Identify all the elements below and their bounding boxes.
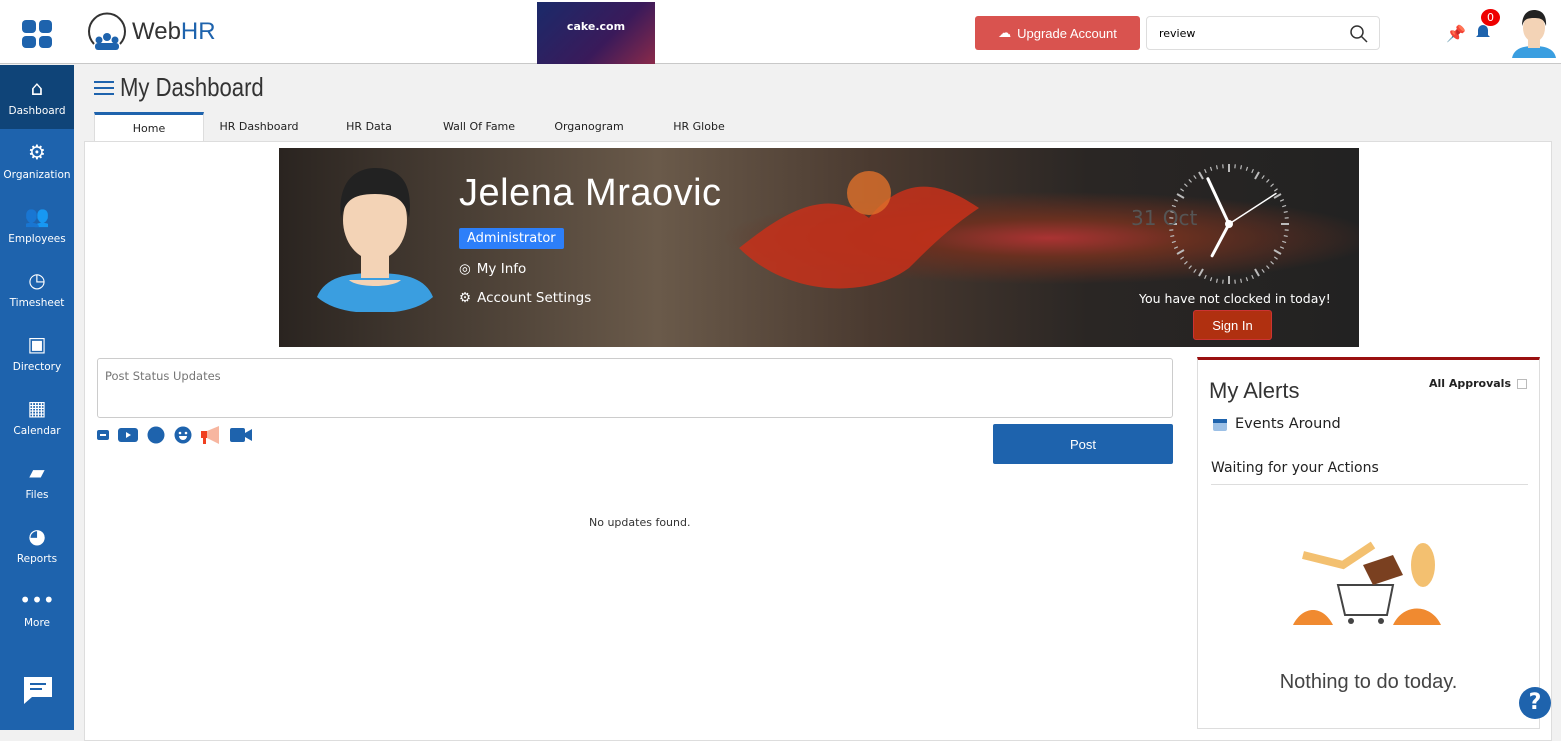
pin-icon[interactable]: 📌: [1446, 24, 1466, 43]
my-alerts-panel: My Alerts All Approvals Events Around Wa…: [1197, 357, 1540, 729]
sidebar-item-label: Reports: [17, 553, 57, 565]
smiley-icon[interactable]: [174, 426, 192, 444]
sidebar-item-label: Dashboard: [9, 105, 66, 117]
webhr-logo[interactable]: WebHR: [86, 12, 216, 52]
events-around-link[interactable]: Events Around: [1213, 416, 1341, 432]
sign-in-button[interactable]: Sign In: [1193, 310, 1272, 340]
sidebar-item-organization[interactable]: ⚙ Organization: [0, 129, 74, 193]
tab-hr-dashboard[interactable]: HR Dashboard: [204, 112, 314, 142]
calendar-icon: ▦: [28, 397, 47, 419]
apps-grid-icon[interactable]: [22, 20, 52, 48]
gear-icon: ⚙: [459, 290, 471, 306]
video-icon[interactable]: [230, 428, 252, 442]
search-icon[interactable]: [1350, 25, 1368, 43]
tab-organogram[interactable]: Organogram: [534, 112, 644, 142]
help-button[interactable]: ?: [1519, 687, 1551, 719]
brand-prefix: Web: [132, 18, 181, 45]
external-link-icon: [1517, 379, 1527, 389]
my-info-label: My Info: [477, 261, 526, 277]
post-button[interactable]: Post: [993, 424, 1173, 464]
all-approvals-label: All Approvals: [1429, 377, 1511, 390]
my-info-link[interactable]: ◎ My Info: [459, 261, 526, 277]
profile-avatar: [315, 162, 435, 312]
tab-wall-of-fame[interactable]: Wall Of Fame: [424, 112, 534, 142]
menu-icon[interactable]: [94, 80, 114, 96]
flower-image: [729, 148, 989, 347]
ad-banner[interactable]: cake.com: [537, 2, 655, 64]
calendar-icon: [1213, 417, 1227, 431]
sidebar-item-label: More: [24, 617, 50, 629]
sidebar-item-label: Directory: [13, 361, 61, 373]
empty-illustration: [1293, 515, 1443, 630]
sidebar-item-label: Calendar: [13, 425, 60, 437]
sidebar: ⌂ Dashboard ⚙ Organization 👥 Employees ◷ Tim…: [0, 65, 74, 730]
tab-home[interactable]: Home: [94, 112, 204, 142]
sidebar-item-files[interactable]: ▰ Files: [0, 449, 74, 513]
account-settings-label: Account Settings: [477, 290, 591, 306]
megaphone-icon[interactable]: [201, 426, 221, 444]
alerts-title: My Alerts: [1209, 378, 1299, 404]
tab-hr-data[interactable]: HR Data: [314, 112, 424, 142]
pie-chart-icon: ◕: [28, 525, 45, 547]
sidebar-item-label: Organization: [3, 169, 70, 181]
waiting-actions-heading: Waiting for your Actions: [1211, 460, 1528, 485]
sidebar-item-label: Employees: [8, 233, 65, 245]
id-card-icon: ▣: [28, 333, 47, 355]
user-avatar[interactable]: [1512, 6, 1556, 58]
sidebar-item-more[interactable]: ••• More: [0, 577, 74, 641]
user-circle-icon: ◎: [459, 261, 471, 277]
sidebar-item-dashboard[interactable]: ⌂ Dashboard: [0, 65, 74, 129]
gear-icon: ⚙: [28, 141, 46, 163]
clock-message: You have not clocked in today!: [1139, 291, 1331, 306]
brand-accent: HR: [181, 18, 216, 45]
sidebar-item-calendar[interactable]: ▦ Calendar: [0, 385, 74, 449]
upgrade-label: Upgrade Account: [1017, 26, 1117, 41]
sidebar-item-reports[interactable]: ◕ Reports: [0, 513, 74, 577]
folder-icon: ▰: [29, 461, 44, 483]
search-input[interactable]: [1146, 16, 1380, 50]
sidebar-item-timesheet[interactable]: ◷ Timesheet: [0, 257, 74, 321]
sidebar-item-label: Files: [25, 489, 48, 501]
tab-hr-globe[interactable]: HR Globe: [644, 112, 754, 142]
home-icon: ⌂: [31, 77, 44, 99]
logo-icon: [86, 12, 128, 52]
users-icon: 👥: [25, 205, 50, 227]
ad-text: cake.com: [567, 20, 625, 33]
events-around-label: Events Around: [1235, 416, 1341, 432]
status-update-input[interactable]: [97, 358, 1173, 418]
all-approvals-link[interactable]: All Approvals: [1429, 377, 1527, 390]
account-settings-link[interactable]: ⚙ Account Settings: [459, 290, 591, 306]
cloud-icon: ☁: [998, 25, 1011, 41]
profile-name: Jelena Mraovic: [459, 172, 722, 215]
upgrade-account-button[interactable]: ☁ Upgrade Account: [975, 16, 1140, 50]
sidebar-item-label: Timesheet: [10, 297, 65, 309]
clock-date: 31 Oct: [1131, 206, 1197, 230]
page-title-text: My Dashboard: [120, 72, 264, 103]
photo-icon[interactable]: [97, 429, 109, 441]
chat-icon[interactable]: [22, 675, 54, 705]
page-title: My Dashboard: [94, 72, 289, 103]
tabs: Home HR Dashboard HR Data Wall Of Fame O…: [94, 112, 754, 142]
top-bar: WebHR cake.com ☁ Upgrade Account 📌 0: [0, 0, 1561, 64]
post-attachments: [97, 426, 252, 444]
notification-badge: 0: [1481, 9, 1500, 26]
youtube-icon[interactable]: [118, 428, 138, 442]
sidebar-item-directory[interactable]: ▣ Directory: [0, 321, 74, 385]
nothing-to-do-message: Nothing to do today.: [1198, 671, 1539, 694]
sidebar-item-employees[interactable]: 👥 Employees: [0, 193, 74, 257]
empty-feed-message: No updates found.: [589, 516, 690, 529]
badge-icon[interactable]: [147, 426, 165, 444]
more-icon: •••: [19, 589, 54, 611]
clock-icon: ◷: [28, 269, 45, 291]
role-badge: Administrator: [459, 228, 564, 249]
